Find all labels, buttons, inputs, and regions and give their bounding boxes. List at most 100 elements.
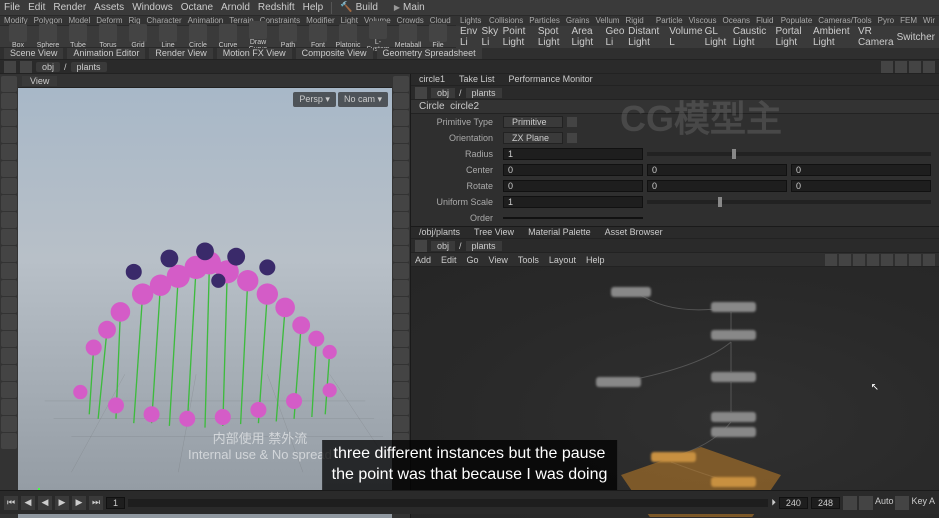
viewport-display-tool[interactable] [393,93,409,109]
shelf-tool[interactable]: Ambient Light [813,26,856,48]
net-icon-7[interactable] [909,254,921,266]
shelf-tab[interactable]: Particles [529,16,560,26]
param-field[interactable]: 0 [791,164,931,176]
panel-tab[interactable]: Animation Editor [67,48,145,59]
shelf-tool[interactable]: Spot Light [538,26,570,48]
camera-button[interactable]: No cam ▾ [338,92,388,107]
net-icon-4[interactable] [867,254,879,266]
persp-button[interactable]: Persp ▾ [293,92,336,107]
viewport-display-tool[interactable] [393,161,409,177]
viewport-display-tool[interactable] [393,382,409,398]
shelf-tool[interactable]: Font [304,24,332,49]
param-menu-icon[interactable] [567,133,577,143]
viewport-display-tool[interactable] [393,195,409,211]
shelf-tab[interactable]: Lights and C [460,16,483,26]
viewport-display-tool[interactable] [393,263,409,279]
viewport-tool[interactable] [1,246,17,262]
shelf-tool[interactable]: Sky Li [482,26,501,48]
path-crumb-plants[interactable]: plants [71,62,107,72]
params-tab-circle[interactable]: circle1 [415,74,449,85]
net-icon-1[interactable] [825,254,837,266]
network-node[interactable] [711,412,756,422]
viewport-tool[interactable] [1,178,17,194]
shelf-tool[interactable]: Geo Li [605,26,626,48]
timeline-first-icon[interactable]: ⏮ [4,496,18,510]
params-tab-takes[interactable]: Take List [455,74,499,85]
net-icon-2[interactable] [839,254,851,266]
shelf-tool[interactable]: VR Camera [858,26,895,48]
build-button[interactable]: 🔨Build [340,2,378,13]
net-icon-8[interactable] [923,254,935,266]
shelf-tab[interactable]: Populate Cro [781,16,813,26]
network-node[interactable] [596,377,641,387]
menu-file[interactable]: File [4,2,20,13]
menu-redshift[interactable]: Redshift [258,2,295,13]
menu-edit[interactable]: Edit [28,2,45,13]
shelf-tool[interactable]: Point Light [503,26,536,48]
param-field[interactable]: 0 [791,180,931,192]
net-tab-tree[interactable]: Tree View [470,227,518,238]
shelf-tool[interactable]: Env Li [460,26,480,48]
viewport-tool[interactable] [1,144,17,160]
shelf-tool[interactable]: GL Light [705,26,731,48]
param-field[interactable]: 1 [503,148,643,160]
shelf-tab[interactable]: Pyro FX [878,16,894,26]
params-crumb-obj[interactable]: obj [431,88,455,98]
timeline-key[interactable]: Key A [911,496,935,510]
desktop-dropdown[interactable]: ▶Main [394,2,425,13]
shelf-tool[interactable]: Area Light [571,26,603,48]
shelf-tab[interactable]: Cameras/Tools [818,16,871,26]
shelf-tab[interactable]: Wir [923,16,935,26]
shelf-tool[interactable]: Metaball [394,24,422,49]
viewport-tool[interactable] [1,416,17,432]
net-icon-3[interactable] [853,254,865,266]
menu-render[interactable]: Render [53,2,86,13]
shelf-tool[interactable]: Switcher [897,32,935,43]
path-icon-1[interactable] [881,61,893,73]
path-icon-4[interactable] [923,61,935,73]
param-field[interactable]: 0 [503,180,643,192]
shelf-tab[interactable]: Grains [566,16,590,26]
param-menu-icon[interactable] [567,117,577,127]
shelf-tool[interactable]: Curve [214,24,242,49]
shelf-tab[interactable]: Particle Fluids [656,16,683,26]
param-field[interactable] [503,217,643,219]
net-menu-add[interactable]: Add [415,255,431,265]
node-name[interactable]: circle2 [450,101,479,112]
timeline-auto[interactable]: Auto [875,496,894,510]
viewport-tool[interactable] [1,399,17,415]
shelf-tool[interactable]: Path [274,24,302,49]
viewport-tool[interactable] [1,195,17,211]
viewport-display-tool[interactable] [393,348,409,364]
viewport-display-tool[interactable] [393,314,409,330]
viewport-tool[interactable] [1,161,17,177]
timeline-range-start[interactable]: 240 [779,497,808,509]
shelf-tool[interactable]: Platonic [334,24,362,49]
network-node[interactable] [711,330,756,340]
net-icon-5[interactable] [881,254,893,266]
panel-tab[interactable]: Geometry Spreadsheet [377,48,482,59]
menu-arnold[interactable]: Arnold [221,2,250,13]
network-node[interactable] [711,372,756,382]
viewport-display-tool[interactable] [393,144,409,160]
viewport-tool[interactable] [1,280,17,296]
viewport-display-tool[interactable] [393,127,409,143]
network-node[interactable] [611,287,651,297]
timeline-prev-icon[interactable]: ◀ [21,496,35,510]
net-back-icon[interactable] [415,240,427,252]
viewport-tool[interactable] [1,76,17,92]
param-slider[interactable] [647,200,931,204]
param-field[interactable]: 1 [503,196,643,208]
net-crumb-plants[interactable]: plants [466,241,502,251]
path-icon-2[interactable] [895,61,907,73]
timeline-next-icon[interactable]: ▶ [72,496,86,510]
net-tab-mat[interactable]: Material Palette [524,227,595,238]
viewport-tool[interactable] [1,297,17,313]
menu-help[interactable]: Help [303,2,324,13]
network-node[interactable] [651,452,696,462]
shelf-tool[interactable]: File [424,24,452,49]
net-crumb-obj[interactable]: obj [431,241,455,251]
shelf-tool[interactable]: Caustic Light [733,26,774,48]
timeline-last-icon[interactable]: ⏭ [89,496,103,510]
viewport-tool[interactable] [1,127,17,143]
